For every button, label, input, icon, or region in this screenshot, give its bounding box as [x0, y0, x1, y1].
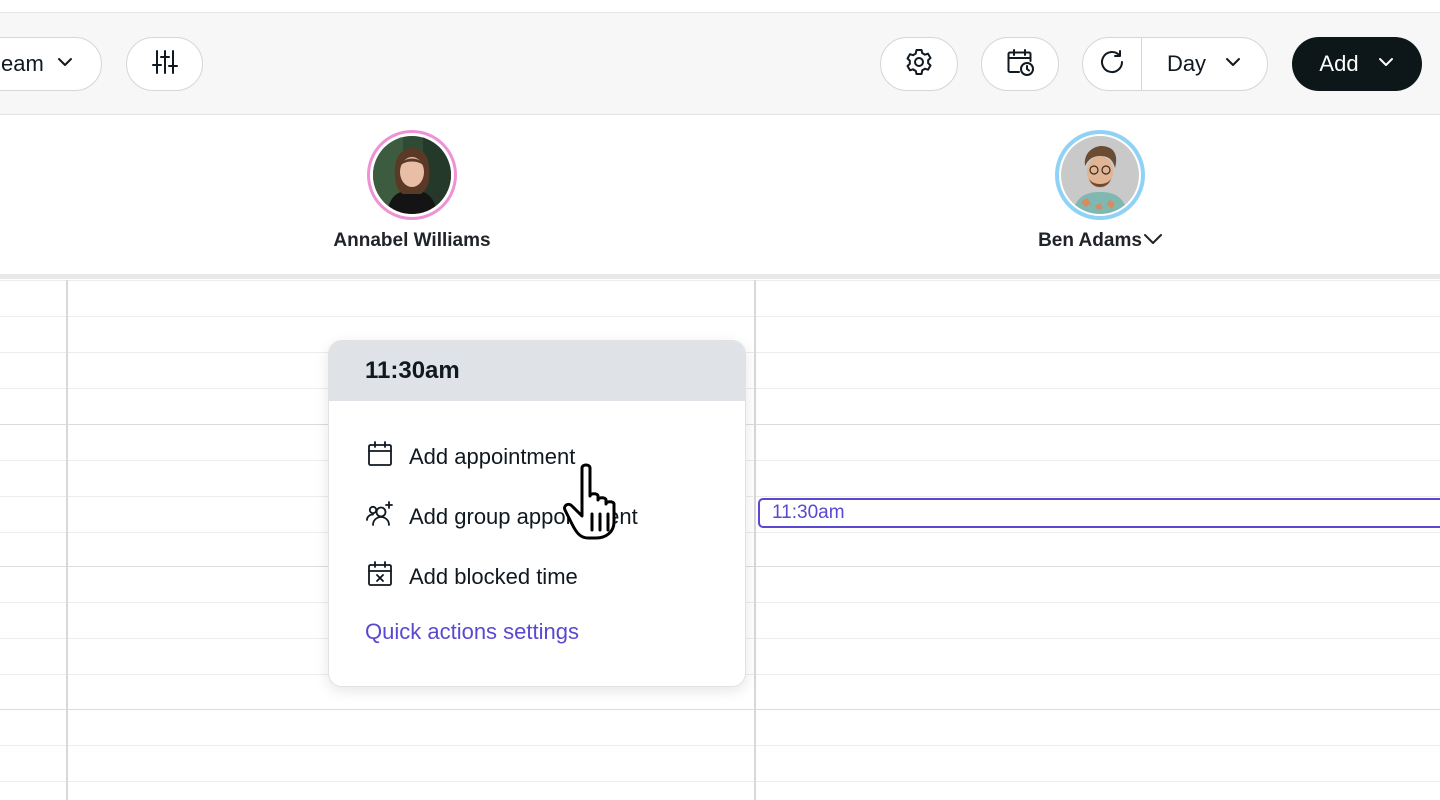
- grid-line: [0, 745, 1440, 746]
- avatar-image: [1061, 136, 1139, 214]
- settings-button[interactable]: [880, 37, 958, 91]
- top-strip: [0, 0, 1440, 13]
- avatar-image: [373, 136, 451, 214]
- refresh-icon: [1098, 48, 1126, 81]
- add-button[interactable]: Add: [1292, 37, 1422, 91]
- grid-line: [0, 280, 1440, 281]
- menu-item-label: Add appointment: [409, 443, 576, 469]
- staff-column-header[interactable]: Annabel Williams: [312, 130, 512, 252]
- filters-button[interactable]: [126, 37, 203, 91]
- grid-line-hour: [0, 709, 1440, 710]
- quick-actions-menu: 11:30am Add appointment Add group appoin…: [328, 340, 746, 687]
- gear-icon: [904, 47, 934, 82]
- quick-actions-settings-link[interactable]: Quick actions settings: [365, 619, 579, 645]
- grid-line: [0, 781, 1440, 782]
- selected-slot-time: 11:30am: [772, 502, 845, 523]
- avatar: [367, 130, 457, 220]
- quick-actions-header: 11:30am: [329, 341, 745, 401]
- chevron-down-icon: [56, 53, 74, 76]
- staff-name: Ben Adams: [1038, 230, 1142, 251]
- view-select-dropdown[interactable]: Day: [1142, 51, 1267, 77]
- staff-column-header[interactable]: Ben Adams: [1000, 130, 1200, 252]
- chevron-down-icon: [1377, 53, 1395, 76]
- add-button-label: Add: [1319, 51, 1359, 76]
- staff-name-dropdown[interactable]: Ben Adams: [1038, 230, 1162, 252]
- menu-item-label: Add blocked time: [409, 563, 578, 589]
- calendar-page: eam Day Add Annabel Williams Ben Adams 1…: [0, 0, 1440, 800]
- selected-time-slot[interactable]: 11:30am: [758, 498, 1440, 528]
- view-controls: Day: [1082, 37, 1268, 91]
- time-column-divider: [66, 280, 68, 800]
- group-add-icon: [365, 499, 395, 534]
- schedule-button[interactable]: [981, 37, 1059, 91]
- toolbar: eam Day Add: [0, 13, 1440, 115]
- pointer-hand-icon: [563, 463, 616, 540]
- calendar-icon: [365, 439, 395, 474]
- refresh-button[interactable]: [1083, 38, 1142, 90]
- chevron-down-icon: [1224, 53, 1242, 76]
- team-filter-label: eam: [1, 51, 44, 76]
- quick-actions-time: 11:30am: [365, 357, 460, 384]
- sliders-icon: [151, 48, 179, 81]
- grid-line: [0, 316, 1440, 317]
- calendar-clock-icon: [1005, 47, 1035, 82]
- staff-header: Annabel Williams Ben Adams: [0, 115, 1440, 279]
- chevron-down-icon: [1143, 230, 1162, 252]
- staff-column-divider: [754, 280, 756, 800]
- calendar-blocked-icon: [365, 559, 395, 594]
- team-filter-dropdown[interactable]: eam: [0, 37, 102, 91]
- add-blocked-time-item[interactable]: Add blocked time: [365, 559, 578, 594]
- view-select-label: Day: [1166, 51, 1207, 76]
- staff-name: Annabel Williams: [333, 230, 491, 251]
- avatar: [1055, 130, 1145, 220]
- add-appointment-item[interactable]: Add appointment: [365, 439, 575, 474]
